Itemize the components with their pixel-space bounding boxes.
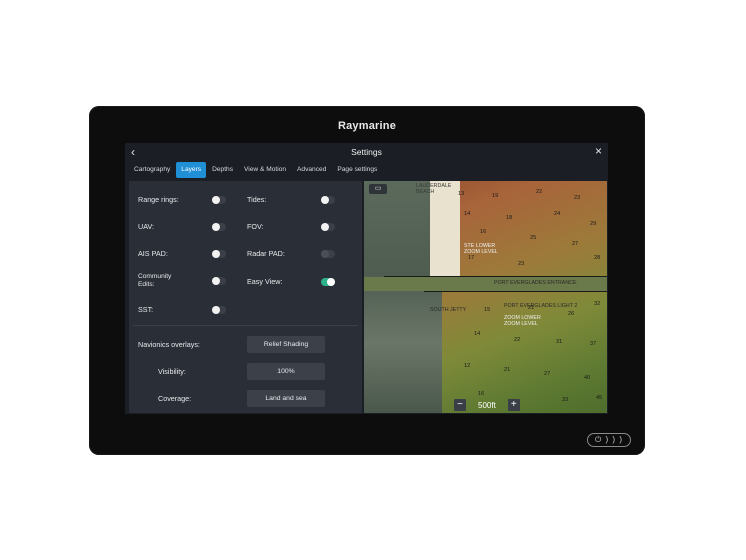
uav-toggle[interactable] — [212, 223, 226, 231]
map-label-lauderdale: LAUDERDALE BEACH — [416, 183, 452, 195]
range-rings-label: Range rings: — [138, 195, 179, 204]
tab-layers[interactable]: Layers — [176, 162, 207, 178]
tab-view-motion[interactable]: View & Motion — [239, 162, 291, 178]
layers-icon[interactable]: ▭ — [369, 184, 387, 194]
settings-screen: ‹ Settings × Cartography Layers Depths V… — [125, 143, 608, 414]
map-label-port-entrance: PORT EVERGLADES ENTRANCE — [494, 280, 577, 286]
tab-depths[interactable]: Depths — [207, 162, 238, 178]
tab-advanced[interactable]: Advanced — [292, 162, 331, 178]
chartplotter-device: Raymarine ‹ Settings × Cartography Layer… — [89, 106, 645, 455]
top-bar: ‹ Settings × — [125, 143, 608, 162]
tides-label: Tides: — [247, 195, 267, 204]
easy-view-label: Easy View: — [247, 277, 283, 286]
chart-preview[interactable]: ▭ 13 19 22 23 14 18 24 29 16 25 27 28 17… — [364, 181, 607, 413]
tab-bar: Cartography Layers Depths View & Motion … — [129, 162, 383, 180]
power-button-icon[interactable]: ⏻ ) ) ) — [587, 433, 631, 447]
map-label-south-jetty: SOUTH JETTY — [430, 307, 467, 313]
tides-toggle[interactable] — [321, 196, 335, 204]
radar-pad-toggle[interactable] — [321, 250, 335, 258]
zoom-in-button[interactable]: + — [507, 399, 520, 411]
layers-panel: Range rings: Tides: UAV: FOV: AIS PAD: R… — [129, 181, 362, 413]
scale-readout: 500ft — [478, 400, 496, 410]
sst-label: SST: — [138, 305, 154, 314]
easy-view-toggle[interactable] — [321, 278, 335, 286]
visibility-label: Visibility: — [158, 367, 186, 376]
brand-logo: Raymarine — [337, 120, 397, 132]
page-title: Settings — [351, 147, 382, 157]
uav-label: UAV: — [138, 222, 154, 231]
map-label-zoom-lower: ZOOM LOWER ZOOM LEVEL — [504, 315, 541, 327]
fov-label: FOV: — [247, 222, 264, 231]
close-icon[interactable]: × — [595, 144, 602, 158]
map-label-port-light: PORT EVERGLADES LIGHT 2 — [504, 303, 578, 309]
coverage-label: Coverage: — [158, 394, 192, 403]
coverage-select[interactable]: Land and sea — [247, 390, 325, 407]
ais-pad-label: AIS PAD: — [138, 249, 168, 258]
visibility-select[interactable]: 100% — [247, 363, 325, 380]
navionics-overlays-select[interactable]: Relief Shading — [247, 336, 325, 353]
ais-pad-toggle[interactable] — [212, 250, 226, 258]
map-label-ste-lower: STE LOWER ZOOM LEVEL — [464, 243, 498, 255]
community-edits-label: Community Edits: — [138, 273, 172, 288]
sst-toggle[interactable] — [212, 306, 226, 314]
fov-toggle[interactable] — [321, 223, 335, 231]
depth-soundings: 13 19 22 23 14 18 24 29 16 25 27 28 17 2… — [458, 189, 603, 403]
tab-page-settings[interactable]: Page settings — [332, 162, 382, 178]
divider — [133, 325, 358, 326]
zoom-out-button[interactable]: − — [454, 399, 466, 411]
tab-cartography[interactable]: Cartography — [129, 162, 175, 178]
radar-pad-label: Radar PAD: — [247, 249, 285, 258]
range-rings-toggle[interactable] — [212, 196, 226, 204]
zoom-controls: − 500ft + — [454, 399, 520, 411]
community-edits-toggle[interactable] — [212, 277, 226, 285]
navionics-overlays-label: Navionics overlays: — [138, 340, 200, 349]
